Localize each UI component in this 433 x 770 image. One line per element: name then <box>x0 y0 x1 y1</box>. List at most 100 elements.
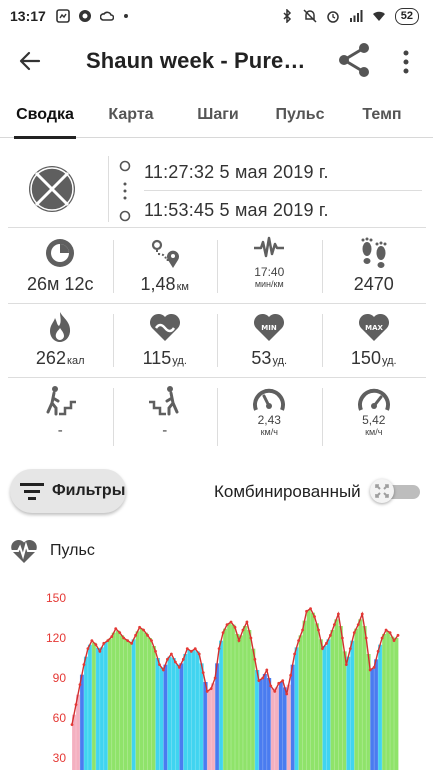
stat-unit: кал <box>66 355 85 367</box>
data-point <box>329 633 332 637</box>
mute-icon <box>303 9 317 23</box>
tab-summary[interactable]: Сводка <box>14 92 76 139</box>
heart-pulse-icon <box>11 539 37 563</box>
data-point <box>277 681 281 685</box>
divider <box>144 190 422 191</box>
data-point <box>189 649 193 653</box>
data-point <box>265 668 269 672</box>
data-point <box>213 676 217 680</box>
data-point <box>225 623 229 627</box>
data-point <box>173 660 177 664</box>
signal-icon <box>349 10 363 22</box>
tab-steps[interactable]: Шаги <box>196 92 240 138</box>
data-point <box>181 657 185 661</box>
data-point <box>98 649 102 653</box>
data-point <box>221 631 225 635</box>
stat-number: 115 <box>142 348 172 368</box>
data-point <box>356 623 360 627</box>
data-point <box>293 652 297 656</box>
stat-number: 150 <box>350 348 381 368</box>
data-point <box>122 636 126 640</box>
stat-avg-speed: 2,43 км/ч <box>217 378 322 456</box>
data-point <box>340 636 344 640</box>
stat-value: 1,48км <box>113 274 218 295</box>
y-tick-label: 30 <box>53 751 67 765</box>
status-time: 13:17 <box>10 8 46 24</box>
back-button[interactable] <box>0 32 60 90</box>
share-icon[interactable] <box>334 40 374 80</box>
y-tick-label: 90 <box>53 671 67 685</box>
stat-unit: км/ч <box>365 427 383 437</box>
data-point <box>197 652 201 656</box>
sport-ball-icon <box>29 166 75 212</box>
page-title: Shaun week - Pure… <box>86 48 306 73</box>
stat-pace: 17:40 мин/км <box>217 230 322 303</box>
stat-number: 53 <box>251 348 272 368</box>
calories-icon <box>50 312 71 342</box>
tab-pace[interactable]: Темп <box>360 92 404 138</box>
data-point <box>193 647 197 651</box>
data-point <box>388 631 392 635</box>
data-point <box>321 647 324 651</box>
data-point <box>237 639 241 643</box>
data-point <box>154 649 157 653</box>
divider <box>108 156 109 222</box>
data-point <box>273 689 277 693</box>
data-point <box>118 631 122 635</box>
summary-panel: 11:27:32 5 мая 2019 г. 11:53:45 5 мая 20… <box>0 140 433 458</box>
data-point <box>269 684 273 688</box>
stat-unit: уд. <box>381 355 397 367</box>
data-point <box>301 628 304 632</box>
data-point <box>384 628 388 632</box>
status-bar: 13:17 52 <box>0 0 433 32</box>
data-point <box>86 647 90 651</box>
filters-button[interactable]: Фильтры <box>10 469 126 513</box>
data-point <box>261 676 265 680</box>
stat-descent: - <box>112 378 218 456</box>
stat-max-heart: MAX 150уд. <box>321 304 427 377</box>
pulse-title: Пульс <box>50 542 95 559</box>
tab-pulse[interactable]: Пульс <box>274 92 326 138</box>
y-tick-label: 150 <box>46 591 66 605</box>
stat-value: 5,42 <box>362 413 386 427</box>
data-point <box>285 692 289 696</box>
y-tick-label: 60 <box>53 711 67 725</box>
data-point <box>201 671 205 675</box>
combined-toggle[interactable] <box>370 479 420 503</box>
data-point <box>253 657 257 661</box>
data-point <box>364 636 368 640</box>
stats-row: 26м 12с 1,48км 17:40 мин/км 2470 <box>8 230 426 304</box>
pace-icon <box>254 236 285 258</box>
ascent-icon <box>46 386 77 416</box>
data-point <box>325 641 328 645</box>
data-point <box>352 631 356 635</box>
data-point <box>114 627 118 631</box>
arrow-back-icon <box>19 51 41 71</box>
tab-map[interactable]: Карта <box>106 92 156 138</box>
data-point <box>158 663 161 667</box>
tab-bar: Сводка Карта Шаги Пульс Темп <box>0 92 433 139</box>
stat-unit: мин/км <box>254 279 284 289</box>
data-point <box>317 628 320 632</box>
more-vert-icon[interactable] <box>396 46 416 78</box>
alarm-icon <box>327 11 339 23</box>
stat-value: 2470 <box>353 274 394 294</box>
wifi-icon <box>372 11 385 21</box>
data-point <box>380 636 384 640</box>
data-point <box>332 623 336 627</box>
data-point <box>376 649 380 653</box>
descent-icon <box>148 386 179 416</box>
max-heart-icon: MAX <box>358 313 389 341</box>
y-tick-label: 120 <box>46 631 66 645</box>
stat-number: 1,48 <box>140 274 176 294</box>
data-point <box>348 647 352 651</box>
data-point <box>205 689 209 693</box>
expand-icon <box>375 484 389 498</box>
stat-number: 262 <box>35 348 66 368</box>
battery-level: 52 <box>394 7 419 25</box>
data-point <box>102 641 106 645</box>
app-bar: Shaun week - Pure… <box>0 32 433 90</box>
min-heart-icon: MIN <box>254 313 285 341</box>
distance-icon <box>151 239 179 268</box>
chart-bar <box>394 638 399 770</box>
